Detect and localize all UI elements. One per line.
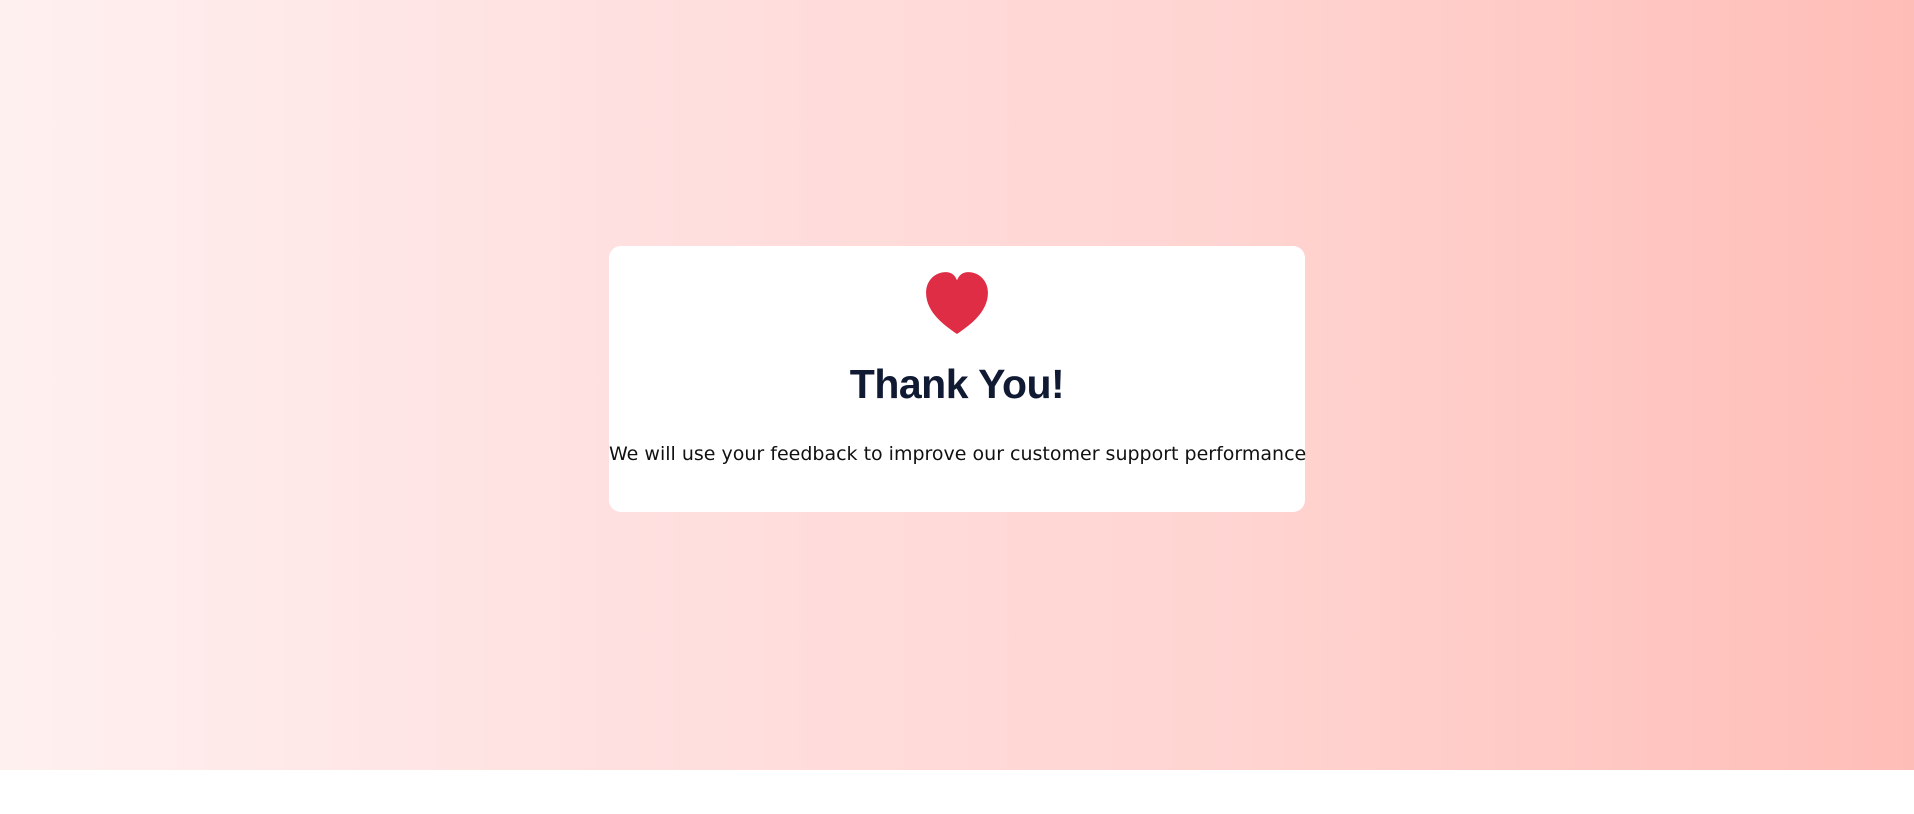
heart-icon-container <box>609 270 1305 336</box>
page-footer-area <box>0 770 1914 814</box>
heart-icon <box>926 272 988 334</box>
page-title: Thank You! <box>849 361 1065 407</box>
feedback-message: We will use your feedback to improve our… <box>609 443 1307 465</box>
page-background: Thank You! We will use your feedback to … <box>0 0 1914 770</box>
thank-you-card: Thank You! We will use your feedback to … <box>609 246 1307 512</box>
